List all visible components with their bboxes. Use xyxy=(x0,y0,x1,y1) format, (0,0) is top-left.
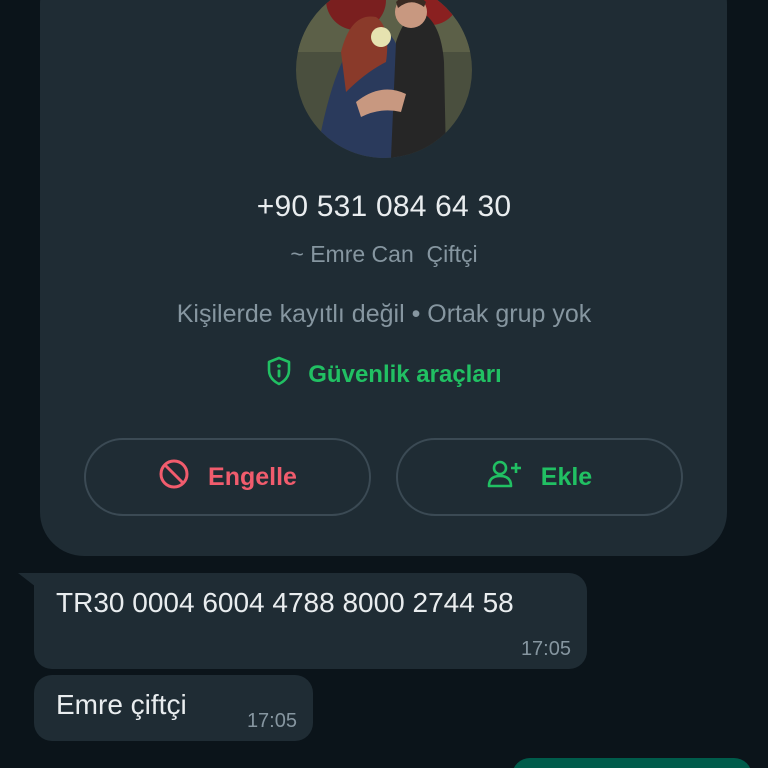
message-text: TR30 0004 6004 4788 8000 2744 58 xyxy=(56,587,514,618)
block-button[interactable]: Engelle xyxy=(84,438,371,516)
message-time: 17:05 xyxy=(520,638,571,660)
message-text: Emre çiftçi xyxy=(56,689,187,720)
safety-tools-label: Güvenlik araçları xyxy=(308,360,502,388)
contact-phone-number: +90 531 084 64 30 xyxy=(256,190,512,223)
contact-push-name: ~ Emre Can Çiftçi xyxy=(290,241,478,267)
outgoing-message[interactable] xyxy=(512,758,752,768)
safety-tools-link[interactable]: Güvenlik araçları xyxy=(0,356,768,393)
message-time: 17:05 xyxy=(246,710,297,732)
add-contact-label: Ekle xyxy=(540,462,593,491)
add-contact-icon xyxy=(487,459,523,496)
incoming-message[interactable]: Emre çiftçi 17:05 xyxy=(34,675,313,741)
incoming-message[interactable]: TR30 0004 6004 4788 8000 2744 58 17:05 xyxy=(34,573,587,669)
chat-screen: +90 531 084 64 30 ~ Emre Can Çiftçi Kişi… xyxy=(0,0,768,768)
shield-info-icon xyxy=(266,356,292,393)
block-icon xyxy=(158,458,190,497)
add-contact-button[interactable]: Ekle xyxy=(396,438,683,516)
contact-status-info: Kişilerde kayıtlı değil • Ortak grup yok xyxy=(176,300,592,328)
block-button-label: Engelle xyxy=(208,462,297,491)
